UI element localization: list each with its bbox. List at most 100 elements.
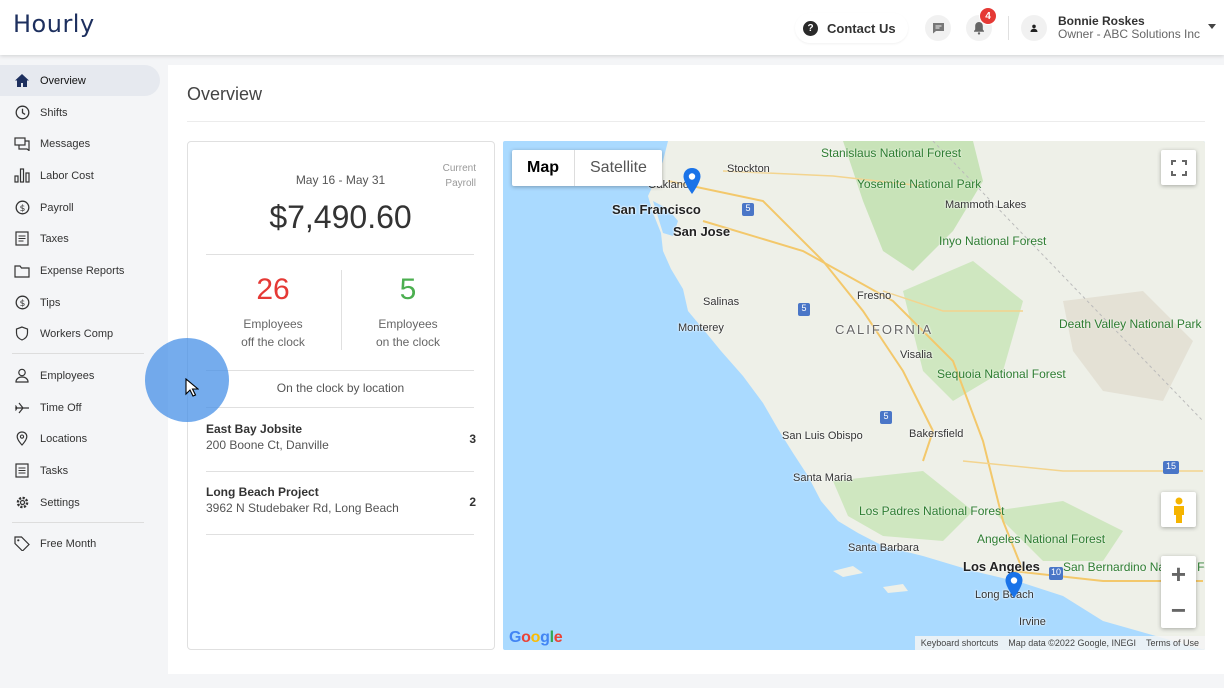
map-label: San Jose <box>673 224 731 239</box>
sidebar-item-label: Employees <box>40 369 95 382</box>
sidebar-item-overview[interactable]: Overview <box>0 65 160 96</box>
map-label: Mammoth Lakes <box>945 199 1027 211</box>
svg-text:$: $ <box>19 204 25 214</box>
map-label: Los Angeles <box>963 559 1040 574</box>
map-pin-icon[interactable] <box>1005 572 1023 598</box>
notification-badge: 4 <box>979 7 997 25</box>
sidebar-item-messages[interactable]: Messages <box>0 128 160 159</box>
on-clock-label-line2: on the clock <box>375 335 441 349</box>
map-label: Yosemite National Park <box>857 177 982 191</box>
sidebar-item-settings[interactable]: Settings <box>0 487 160 518</box>
map-label: Sequoia National Forest <box>937 367 1066 381</box>
sidebar-item-free-month[interactable]: Free Month <box>0 528 160 559</box>
payroll-summary-card: May 16 - May 31 Current Payroll $7,490.6… <box>187 141 495 650</box>
location-pin-icon <box>13 430 31 448</box>
map-label: Los Padres National Forest <box>859 504 1005 518</box>
page-title: Overview <box>187 84 263 104</box>
person-icon <box>13 367 31 385</box>
map-pin-icon[interactable] <box>683 168 701 194</box>
map-data-credit: Map data ©2022 Google, INEGI <box>1008 638 1136 648</box>
on-clock-count: 5 <box>399 273 417 306</box>
map-label: San Bernardino National Forest <box>1063 560 1205 574</box>
sidebar-item-label: Workers Comp <box>40 327 114 340</box>
person-icon <box>1030 24 1038 32</box>
title-divider <box>187 121 1205 122</box>
zoom-in-button[interactable]: + <box>1161 556 1196 592</box>
sidebar-item-employees[interactable]: Employees <box>0 360 160 391</box>
user-role: Owner - ABC Solutions Inc <box>1058 27 1201 41</box>
payroll-amount: $7,490.60 <box>269 199 412 235</box>
chat-button[interactable] <box>925 15 951 41</box>
keyboard-shortcuts-link[interactable]: Keyboard shortcuts <box>921 638 999 648</box>
sidebar-item-label: Time Off <box>40 401 82 414</box>
location-name[interactable]: East Bay Jobsite <box>206 422 302 436</box>
sidebar-item-label: Shifts <box>40 106 68 119</box>
on-clock-by-location-title: On the clock by location <box>276 381 405 395</box>
location-address: 3962 N Studebaker Rd, Long Beach <box>206 501 399 515</box>
sidebar-item-tasks[interactable]: Tasks <box>0 455 160 486</box>
chevron-down-icon[interactable] <box>1208 24 1216 29</box>
google-logo: Google <box>509 629 563 646</box>
sidebar-item-label: Tips <box>40 296 61 309</box>
plane-icon <box>13 399 31 417</box>
card-divider <box>206 254 474 255</box>
home-icon <box>13 72 31 90</box>
mouse-cursor-icon <box>185 378 199 397</box>
sidebar-item-workers-comp[interactable]: Workers Comp <box>0 318 160 349</box>
shield-icon <box>13 325 31 343</box>
stats-divider <box>341 270 342 350</box>
fullscreen-icon <box>1170 159 1187 176</box>
highway-shield: 5 <box>880 411 892 424</box>
map-label: Stockton <box>727 163 770 175</box>
sidebar-item-label: Messages <box>40 137 91 150</box>
sidebar-item-time-off[interactable]: Time Off <box>0 392 160 423</box>
main-content: Overview May 16 - May 31 Current Payroll… <box>168 65 1224 674</box>
avatar[interactable] <box>1021 15 1047 41</box>
sidebar-item-tips[interactable]: $ Tips <box>0 287 160 318</box>
zoom-out-button[interactable]: − <box>1161 592 1196 628</box>
sidebar-item-taxes[interactable]: Taxes <box>0 223 160 254</box>
svg-text:$: $ <box>19 299 25 309</box>
sidebar-divider <box>12 522 144 523</box>
contact-us-button[interactable]: ? Contact Us <box>795 13 908 43</box>
map-label: Santa Barbara <box>848 542 919 554</box>
highway-shield: 5 <box>798 303 810 316</box>
current-payroll-label: Current Payroll <box>416 161 476 191</box>
map-attribution: Keyboard shortcuts Map data ©2022 Google… <box>914 636 1205 650</box>
pegman-icon <box>1173 497 1184 523</box>
sidebar-item-label: Overview <box>40 74 86 87</box>
sidebar-item-expense-reports[interactable]: Expense Reports <box>0 255 160 286</box>
current-payroll-label-line1: Current <box>442 163 476 174</box>
map-label: Inyo National Forest <box>939 234 1047 248</box>
street-view-button[interactable] <box>1161 492 1196 527</box>
sidebar-item-shifts[interactable]: Shifts <box>0 97 160 128</box>
sidebar-item-label: Taxes <box>40 232 69 245</box>
map-label: Visalia <box>900 349 933 361</box>
card-divider <box>206 407 474 408</box>
chat-icon <box>932 23 944 34</box>
list-icon <box>13 462 31 480</box>
sidebar: Overview Shifts Messages Labor Cost $ Pa… <box>0 55 168 688</box>
locations-map[interactable]: Stanislaus National Forest Stockton Oakl… <box>503 141 1205 650</box>
gear-icon <box>13 494 31 512</box>
dollar-circle-icon: $ <box>13 294 31 312</box>
sidebar-item-payroll[interactable]: $ Payroll <box>0 192 160 223</box>
card-divider <box>206 471 474 472</box>
card-divider <box>206 370 474 371</box>
map-type-toggle: Map Satellite <box>512 150 662 186</box>
sidebar-item-locations[interactable]: Locations <box>0 423 160 454</box>
header-divider <box>1008 16 1009 40</box>
fullscreen-button[interactable] <box>1161 150 1196 185</box>
user-name[interactable]: Bonnie Roskes <box>1058 14 1145 28</box>
map-type-map-button[interactable]: Map <box>512 150 575 186</box>
location-name[interactable]: Long Beach Project <box>206 485 319 499</box>
off-clock-label: Employees off the clock <box>213 315 333 351</box>
terms-of-use-link[interactable]: Terms of Use <box>1146 638 1199 648</box>
map-type-satellite-button[interactable]: Satellite <box>575 150 662 186</box>
map-label: Fresno <box>857 290 892 302</box>
map-label: Irvine <box>1019 616 1046 628</box>
zoom-controls: + − <box>1161 556 1196 628</box>
hourly-logo[interactable]: Hourly <box>13 10 95 38</box>
sidebar-item-labor-cost[interactable]: Labor Cost <box>0 160 160 191</box>
dollar-circle-icon: $ <box>13 199 31 217</box>
